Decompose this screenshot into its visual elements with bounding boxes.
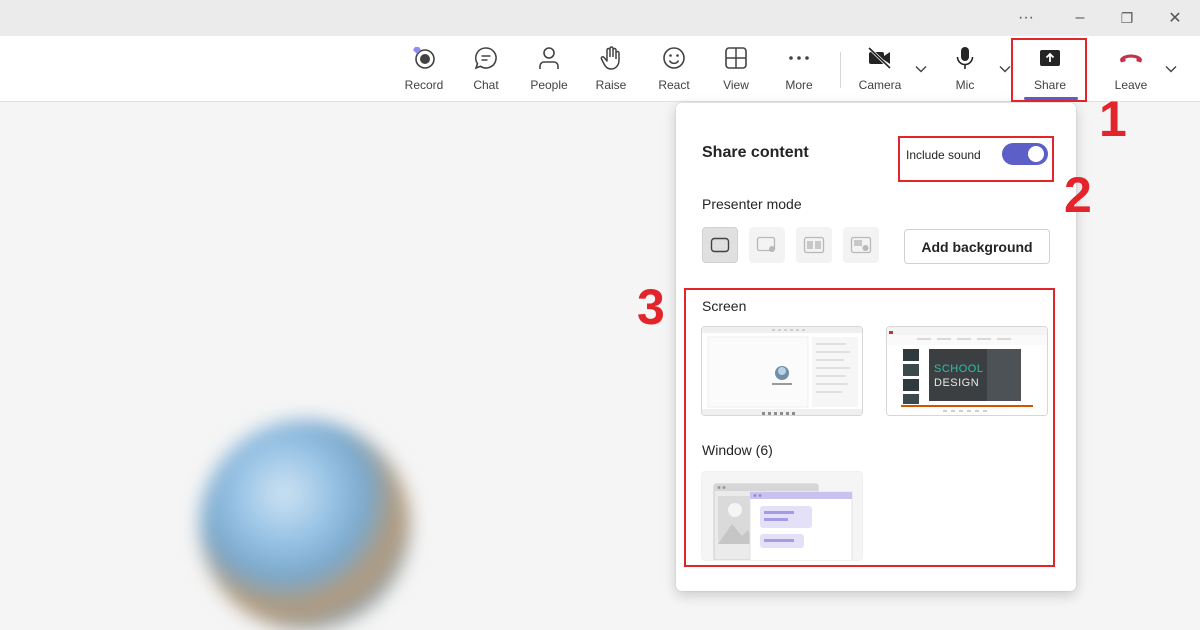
restore-button[interactable]: ❐ — [1110, 6, 1144, 30]
annotation-box-share — [1011, 38, 1087, 102]
camera-button[interactable]: Camera — [852, 44, 908, 96]
share-content-title: Share content — [702, 144, 809, 161]
people-label: People — [530, 78, 568, 92]
presenter-mode-title: Presenter mode — [702, 196, 802, 212]
participant-avatar — [200, 420, 410, 630]
more-options-button[interactable]: ··· — [1009, 6, 1043, 30]
annotation-number-1: 1 — [1099, 91, 1127, 147]
annotation-box-screen-window — [684, 288, 1055, 567]
people-icon — [535, 44, 563, 72]
microphone-icon — [951, 44, 979, 72]
people-button[interactable]: People — [521, 44, 577, 96]
add-background-button[interactable]: Add background — [904, 229, 1050, 264]
record-button[interactable]: Record — [396, 44, 452, 96]
mic-label: Mic — [955, 78, 975, 92]
title-bar: ··· – ❐ ✕ — [0, 0, 1200, 36]
side-by-side-icon — [803, 236, 825, 254]
presenter-mode-content-only-button[interactable] — [702, 227, 738, 263]
record-label: Record — [404, 78, 444, 92]
raise-hand-label: Raise — [595, 78, 627, 92]
grid-icon — [722, 44, 750, 72]
more-label: More — [785, 78, 813, 92]
chat-icon — [472, 44, 500, 72]
leave-label: Leave — [1114, 78, 1148, 92]
react-button[interactable]: React — [646, 44, 702, 96]
toolbar-divider — [840, 52, 841, 88]
camera-label: Camera — [858, 78, 902, 92]
presenter-mode-side-by-side-button[interactable] — [796, 227, 832, 263]
minimize-button[interactable]: – — [1063, 6, 1097, 30]
annotation-box-include-sound — [898, 136, 1054, 182]
annotation-number-3: 3 — [637, 279, 665, 335]
mic-button[interactable]: Mic — [937, 44, 993, 96]
ellipsis-icon — [785, 44, 813, 72]
annotation-number-2: 2 — [1064, 167, 1092, 223]
standout-icon — [756, 236, 776, 252]
chat-label: Chat — [473, 78, 499, 92]
record-icon — [410, 44, 438, 72]
raise-hand-icon — [597, 44, 625, 72]
close-button[interactable]: ✕ — [1158, 6, 1192, 30]
presenter-mode-reporter-button[interactable] — [843, 227, 879, 263]
chat-button[interactable]: Chat — [458, 44, 514, 96]
camera-off-icon — [866, 44, 894, 72]
view-button[interactable]: View — [708, 44, 764, 96]
content-only-icon — [710, 237, 730, 253]
camera-options-chevron-icon[interactable] — [912, 62, 930, 76]
hang-up-icon — [1117, 44, 1145, 72]
leave-options-chevron-icon[interactable] — [1162, 62, 1180, 76]
presenter-mode-standout-button[interactable] — [749, 227, 785, 263]
view-label: View — [723, 78, 749, 92]
raise-hand-button[interactable]: Raise — [583, 44, 639, 96]
more-button[interactable]: More — [771, 44, 827, 96]
reporter-icon — [850, 236, 872, 254]
react-label: React — [658, 78, 690, 92]
leave-button[interactable]: Leave — [1103, 44, 1159, 96]
smiley-icon — [660, 44, 688, 72]
